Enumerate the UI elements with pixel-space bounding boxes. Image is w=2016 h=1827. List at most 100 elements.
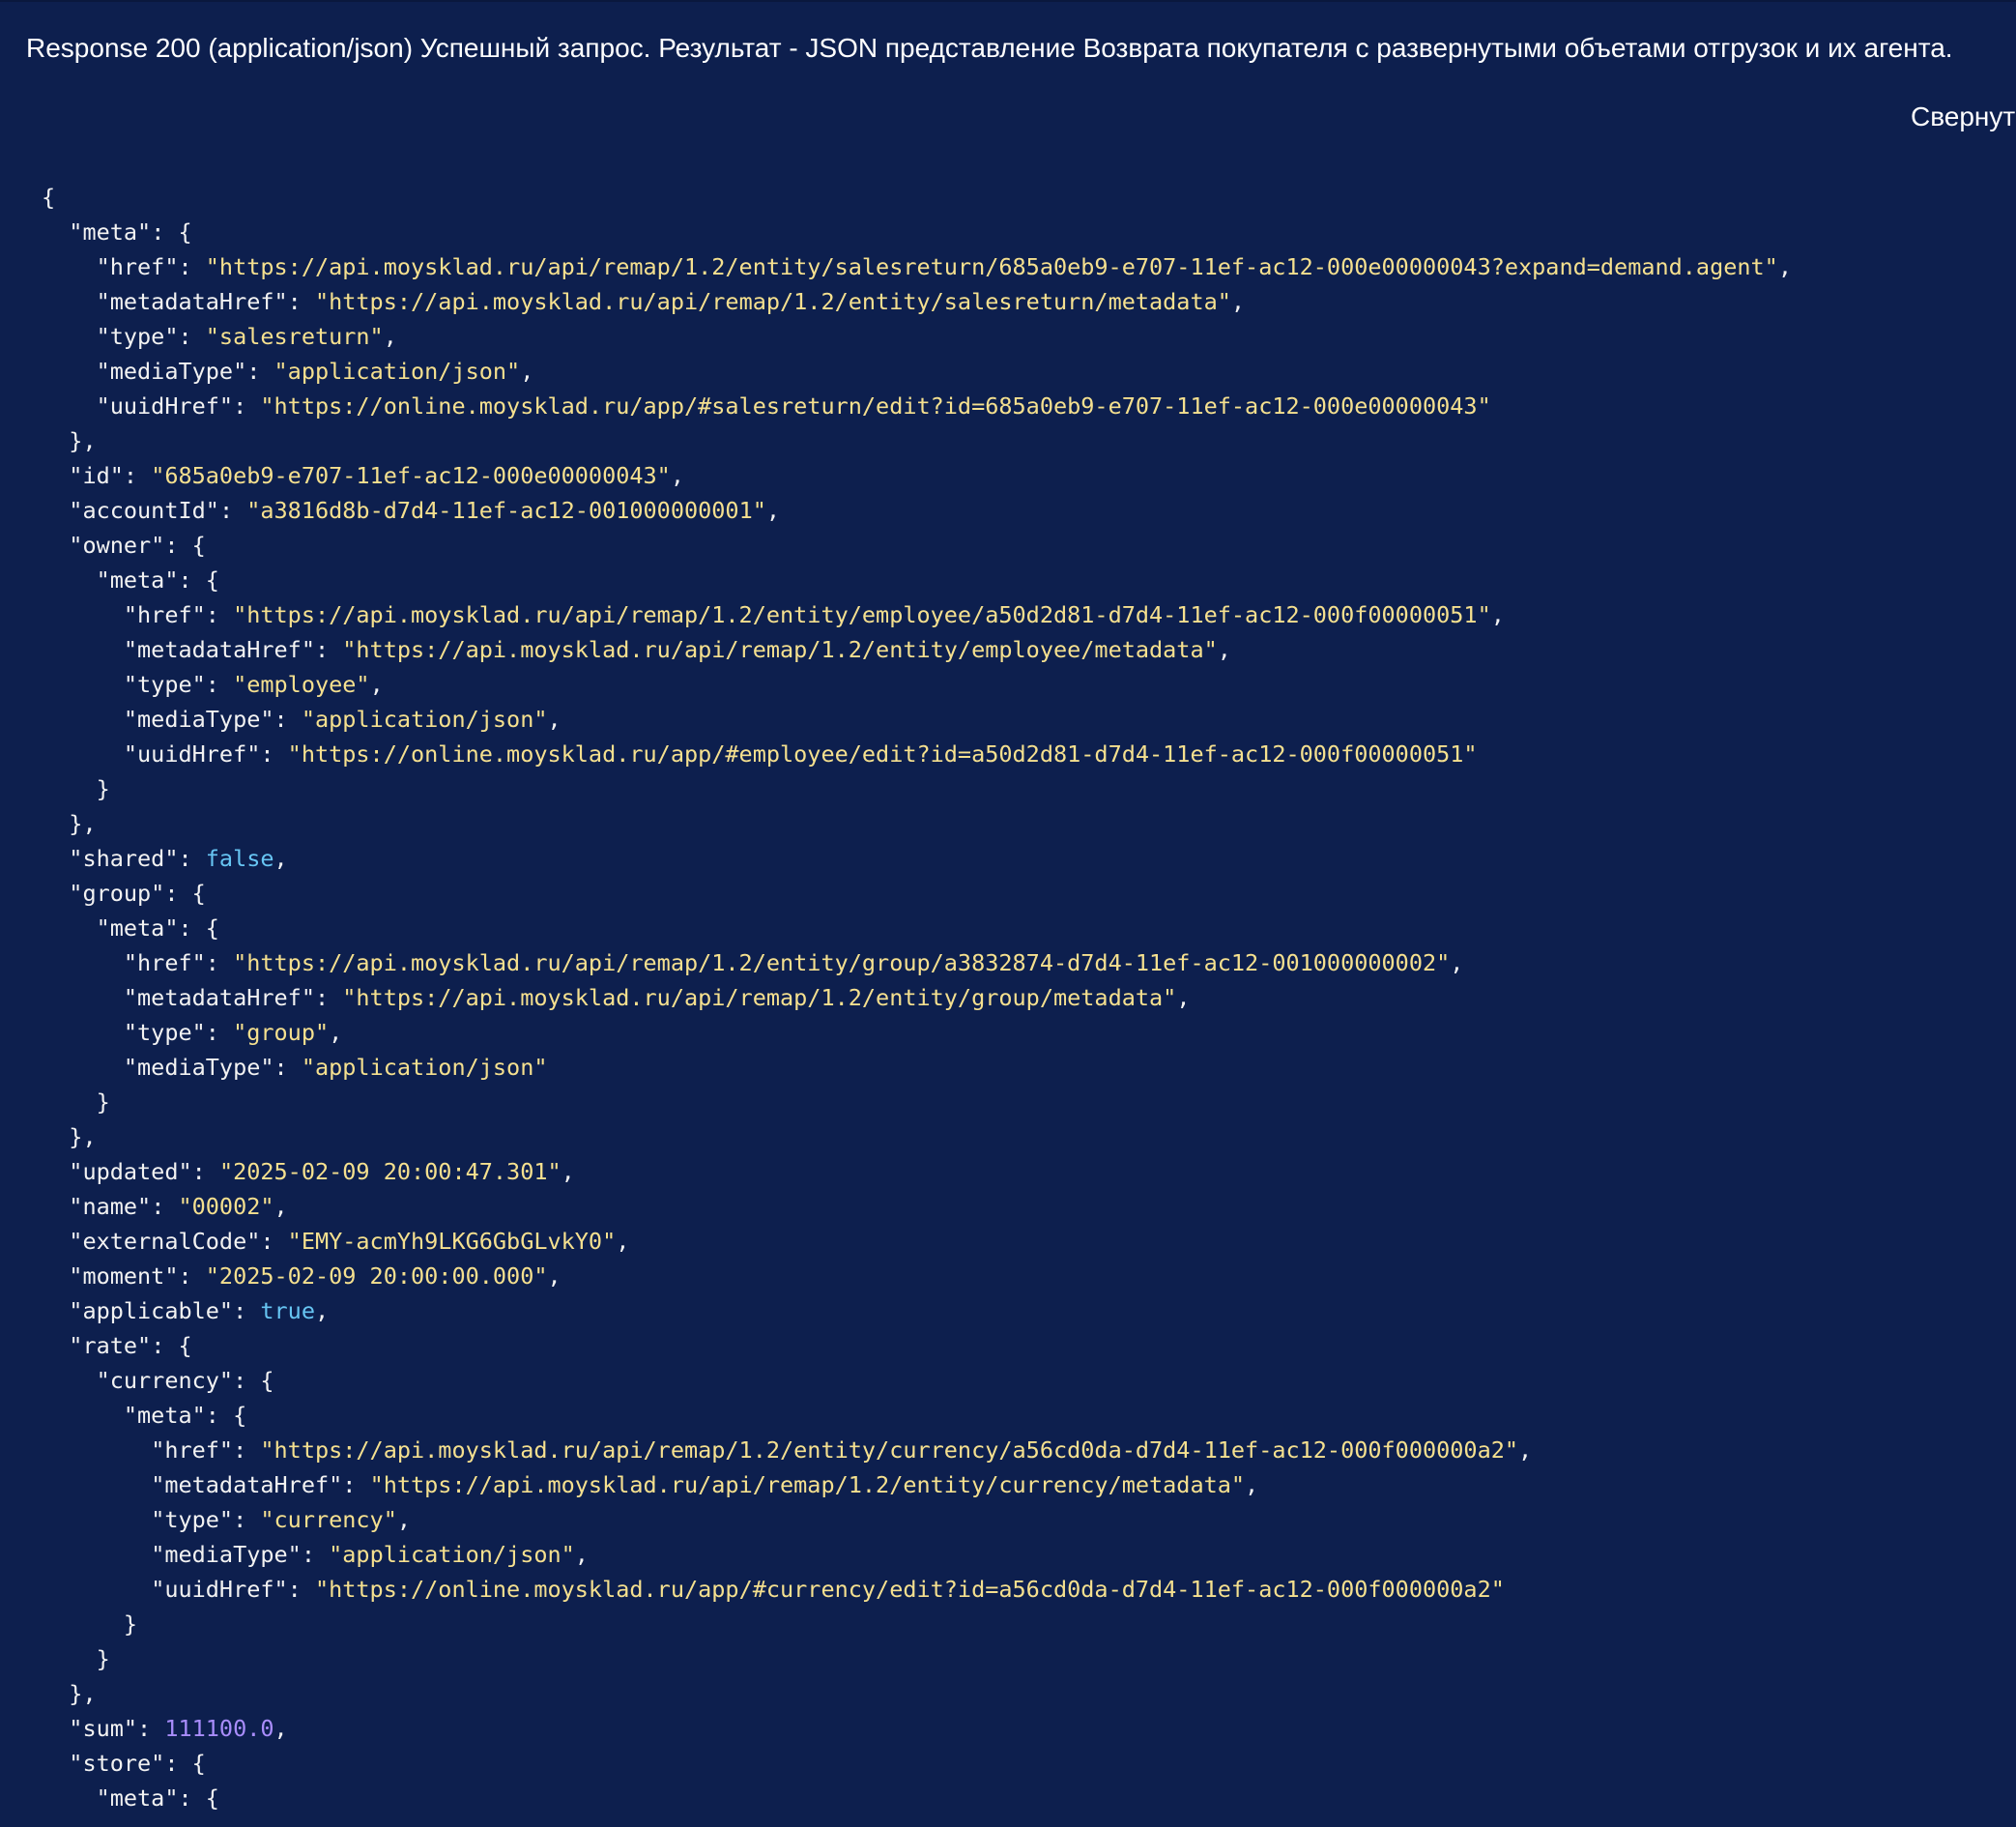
code-line: "currency": { bbox=[42, 1363, 1792, 1398]
json-punctuation: : bbox=[205, 601, 234, 628]
code-line: }, bbox=[42, 423, 1792, 458]
json-punctuation: , bbox=[547, 1262, 562, 1290]
json-key: "owner" bbox=[69, 532, 165, 559]
json-punctuation: : bbox=[314, 636, 343, 663]
json-string: "https://online.moysklad.ru/app/#salesre… bbox=[260, 392, 1491, 420]
json-punctuation: , bbox=[547, 706, 562, 733]
json-punctuation: : bbox=[233, 392, 261, 420]
json-key: "mediaType" bbox=[151, 1541, 302, 1568]
code-line: "metadataHref": "https://api.moysklad.ru… bbox=[42, 980, 1792, 1015]
json-punctuation: }, bbox=[69, 1123, 97, 1150]
code-line: "uuidHref": "https://online.moysklad.ru/… bbox=[42, 1572, 1792, 1607]
json-key: "currency" bbox=[96, 1367, 234, 1394]
code-line: "type": "employee", bbox=[42, 667, 1792, 702]
json-punctuation: : bbox=[301, 1541, 330, 1568]
json-string: "EMY-acmYh9LKG6GbGLvkY0" bbox=[287, 1228, 617, 1255]
code-line: "sum": 111100.0, bbox=[42, 1711, 1792, 1746]
json-punctuation: , bbox=[1217, 636, 1231, 663]
json-punctuation: : bbox=[205, 671, 234, 698]
json-punctuation: : { bbox=[233, 1367, 274, 1394]
json-punctuation: : bbox=[274, 706, 302, 733]
json-key: "externalCode" bbox=[69, 1228, 261, 1255]
code-line: "meta": { bbox=[42, 215, 1792, 249]
code-line: "type": "salesreturn", bbox=[42, 319, 1792, 354]
json-punctuation: , bbox=[329, 1019, 343, 1046]
json-punctuation: , bbox=[1518, 1436, 1533, 1464]
json-punctuation: }, bbox=[69, 427, 97, 454]
json-key: "sum" bbox=[69, 1715, 138, 1742]
json-string: "https://api.moysklad.ru/api/remap/1.2/e… bbox=[233, 601, 1491, 628]
json-key: "id" bbox=[69, 462, 124, 489]
code-line: "moment": "2025-02-09 20:00:00.000", bbox=[42, 1259, 1792, 1293]
json-punctuation: , bbox=[274, 1715, 288, 1742]
code-line: "href": "https://api.moysklad.ru/api/rem… bbox=[42, 945, 1792, 980]
json-key: "type" bbox=[123, 671, 206, 698]
json-string: "group" bbox=[233, 1019, 330, 1046]
json-key: "moment" bbox=[69, 1262, 179, 1290]
json-punctuation: , bbox=[574, 1541, 589, 1568]
json-punctuation: , bbox=[1777, 253, 1792, 280]
json-punctuation: : bbox=[246, 358, 274, 385]
json-key: "uuidHref" bbox=[123, 740, 261, 768]
code-line: "meta": { bbox=[42, 1781, 1792, 1815]
json-punctuation: , bbox=[670, 462, 684, 489]
response-description: Response 200 (application/json) Успешный… bbox=[26, 33, 1953, 63]
json-string: "https://api.moysklad.ru/api/remap/1.2/e… bbox=[205, 253, 1778, 280]
code-line: { bbox=[42, 180, 1792, 215]
json-key: "store" bbox=[69, 1750, 165, 1777]
code-line: } bbox=[42, 771, 1792, 806]
json-punctuation: : { bbox=[164, 532, 206, 559]
json-punctuation: } bbox=[96, 1645, 110, 1672]
json-punctuation: : { bbox=[178, 1784, 219, 1812]
json-key: "metadataHref" bbox=[123, 636, 315, 663]
json-punctuation: : bbox=[233, 1506, 261, 1533]
code-line: }, bbox=[42, 1119, 1792, 1154]
json-punctuation: : bbox=[342, 1471, 370, 1498]
json-key: "applicable" bbox=[69, 1297, 234, 1324]
json-key: "meta" bbox=[123, 1402, 206, 1429]
code-line: "type": "group", bbox=[42, 1015, 1792, 1050]
code-line: "owner": { bbox=[42, 528, 1792, 563]
json-punctuation: , bbox=[520, 358, 534, 385]
json-string: "application/json" bbox=[301, 706, 548, 733]
json-string: "2025-02-09 20:00:47.301" bbox=[218, 1158, 562, 1185]
code-line: } bbox=[42, 1085, 1792, 1119]
collapse-button[interactable]: Свернут bbox=[1911, 100, 2015, 134]
json-punctuation: : bbox=[178, 845, 206, 872]
json-key: "group" bbox=[69, 880, 165, 907]
json-string: "application/json" bbox=[329, 1541, 575, 1568]
json-punctuation: : bbox=[233, 1436, 261, 1464]
json-string: "salesreturn" bbox=[205, 323, 384, 350]
code-line: "rate": { bbox=[42, 1328, 1792, 1363]
code-line: "name": "00002", bbox=[42, 1189, 1792, 1224]
json-string: "application/json" bbox=[274, 358, 521, 385]
json-string: "https://api.moysklad.ru/api/remap/1.2/e… bbox=[342, 984, 1177, 1011]
code-line: "mediaType": "application/json" bbox=[42, 1050, 1792, 1085]
code-line: } bbox=[42, 1641, 1792, 1676]
json-punctuation: , bbox=[1450, 949, 1464, 976]
json-punctuation: }, bbox=[69, 810, 97, 837]
json-punctuation: : bbox=[178, 253, 206, 280]
json-key: "rate" bbox=[69, 1332, 152, 1359]
json-punctuation: : bbox=[218, 497, 247, 524]
json-string: "a3816d8b-d7d4-11ef-ac12-001000000001" bbox=[246, 497, 766, 524]
json-punctuation: : bbox=[287, 288, 315, 315]
json-punctuation: , bbox=[1490, 601, 1505, 628]
json-punctuation: , bbox=[314, 1297, 330, 1324]
json-punctuation: : { bbox=[178, 566, 219, 594]
json-punctuation: : bbox=[274, 1054, 302, 1081]
json-punctuation: : bbox=[178, 323, 206, 350]
json-punctuation: , bbox=[1230, 288, 1246, 315]
json-punctuation: : bbox=[137, 1715, 165, 1742]
code-line: "metadataHref": "https://api.moysklad.ru… bbox=[42, 1467, 1792, 1502]
json-punctuation: : { bbox=[151, 1332, 192, 1359]
json-punctuation: : { bbox=[164, 1750, 206, 1777]
json-punctuation: : bbox=[233, 1297, 261, 1324]
json-punctuation: : { bbox=[178, 914, 219, 942]
json-key: "name" bbox=[69, 1193, 152, 1220]
json-key: "shared" bbox=[69, 845, 179, 872]
json-punctuation: : bbox=[178, 1262, 206, 1290]
json-punctuation: , bbox=[765, 497, 781, 524]
json-string: "https://online.moysklad.ru/app/#employe… bbox=[287, 740, 1478, 768]
code-line: "accountId": "a3816d8b-d7d4-11ef-ac12-00… bbox=[42, 493, 1792, 528]
